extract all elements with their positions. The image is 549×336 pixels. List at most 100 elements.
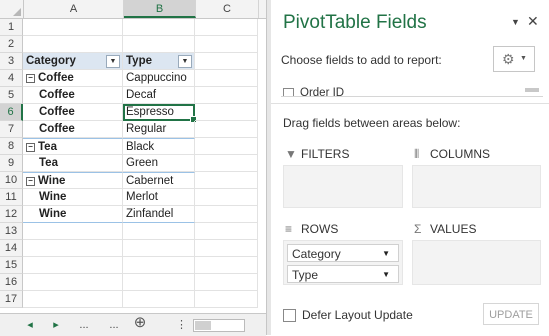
chevron-down-icon[interactable]: ▼ bbox=[382, 245, 390, 263]
pivot-header-type[interactable]: Type ▼ bbox=[123, 53, 195, 70]
pivot-group-cell[interactable]: Tea bbox=[23, 155, 123, 172]
cell-b16[interactable] bbox=[123, 274, 195, 291]
row-header[interactable]: 3 bbox=[0, 53, 23, 70]
pivot-group-cell[interactable]: Wine bbox=[23, 189, 123, 206]
cell-a14[interactable] bbox=[23, 240, 123, 257]
active-cell[interactable]: Espresso bbox=[123, 104, 197, 123]
filter-dropdown-icon[interactable]: ▼ bbox=[178, 55, 192, 68]
pivot-group-cell[interactable]: Coffee bbox=[23, 104, 123, 121]
chevron-down-icon[interactable]: ▼ bbox=[382, 266, 390, 284]
row-header[interactable]: 2 bbox=[0, 36, 23, 53]
cell-c2[interactable] bbox=[195, 36, 258, 53]
pivot-item-cell[interactable]: Green bbox=[123, 155, 195, 172]
cell-c5[interactable] bbox=[195, 87, 258, 104]
row-header[interactable]: 6 bbox=[0, 104, 23, 121]
column-header-c[interactable]: C bbox=[196, 0, 259, 18]
field-list-scrollbar[interactable] bbox=[525, 88, 539, 92]
cell-c6[interactable] bbox=[195, 104, 258, 121]
cell-a1[interactable] bbox=[23, 19, 123, 36]
cell-b1[interactable] bbox=[123, 19, 195, 36]
collapse-icon[interactable]: − bbox=[26, 177, 35, 186]
columns-drop-area[interactable] bbox=[412, 165, 541, 208]
panel-options-dropdown-icon[interactable]: ▼ bbox=[511, 17, 520, 27]
row-header[interactable]: 13 bbox=[0, 223, 23, 240]
filter-dropdown-icon[interactable]: ▼ bbox=[106, 55, 120, 68]
row-header[interactable]: 11 bbox=[0, 189, 23, 206]
row-header[interactable]: 17 bbox=[0, 291, 23, 308]
cell-c10[interactable] bbox=[195, 172, 258, 189]
column-header-b[interactable]: B bbox=[124, 0, 196, 18]
filters-drop-area[interactable] bbox=[283, 165, 403, 208]
cell-c3[interactable] bbox=[195, 53, 258, 70]
row-header[interactable]: 9 bbox=[0, 155, 23, 172]
pivot-group-cell[interactable]: Coffee bbox=[23, 121, 123, 138]
cell-a15[interactable] bbox=[23, 257, 123, 274]
row-header[interactable]: 8 bbox=[0, 138, 23, 155]
defer-layout-checkbox[interactable] bbox=[283, 309, 296, 322]
rows-drop-area[interactable]: Category ▼ Type ▼ bbox=[283, 240, 403, 285]
cell-c1[interactable] bbox=[195, 19, 258, 36]
cell-a13[interactable] bbox=[23, 223, 123, 240]
spreadsheet-grid[interactable]: A B C 1 2 3 Category ▼ Type ▼ 4 − Coffee… bbox=[0, 0, 266, 336]
next-sheet-icon[interactable]: ▸ bbox=[50, 317, 62, 333]
cell-a17[interactable] bbox=[23, 291, 123, 308]
pivot-item-cell[interactable]: Zinfandel bbox=[123, 206, 195, 223]
field-list[interactable]: Order ID bbox=[281, 82, 543, 97]
tab-options-icon[interactable]: ⋮ bbox=[176, 317, 187, 333]
pivot-item-cell[interactable]: Cabernet bbox=[123, 172, 195, 189]
pivot-group-cell[interactable]: Wine bbox=[23, 206, 123, 223]
more-sheets-right-button[interactable]: ... bbox=[106, 317, 122, 333]
cell-c4[interactable] bbox=[195, 70, 258, 87]
row-header[interactable]: 15 bbox=[0, 257, 23, 274]
field-checkbox[interactable] bbox=[283, 88, 294, 96]
values-drop-area[interactable] bbox=[412, 240, 541, 285]
pivot-item-cell[interactable]: Decaf bbox=[123, 87, 195, 104]
prev-sheet-icon[interactable]: ◂ bbox=[24, 317, 36, 333]
pivot-group-cell[interactable]: − Wine bbox=[23, 172, 123, 189]
row-header[interactable]: 1 bbox=[0, 19, 23, 36]
cell-b17[interactable] bbox=[123, 291, 195, 308]
pivot-item-cell[interactable]: Merlot bbox=[123, 189, 195, 206]
cell-c14[interactable] bbox=[195, 240, 258, 257]
cell-a16[interactable] bbox=[23, 274, 123, 291]
scrollbar-thumb[interactable] bbox=[195, 321, 211, 330]
cell-c9[interactable] bbox=[195, 155, 258, 172]
close-icon[interactable]: ✕ bbox=[527, 13, 539, 30]
panel-section-splitter[interactable] bbox=[271, 103, 549, 108]
row-header[interactable]: 12 bbox=[0, 206, 23, 223]
pivot-item-cell[interactable]: Regular bbox=[123, 121, 195, 138]
row-field-type[interactable]: Type ▼ bbox=[287, 265, 399, 283]
row-header[interactable]: 14 bbox=[0, 240, 23, 257]
pivot-group-cell[interactable]: Coffee bbox=[23, 87, 123, 104]
cell-b14[interactable] bbox=[123, 240, 195, 257]
row-header[interactable]: 4 bbox=[0, 70, 23, 87]
row-header[interactable]: 10 bbox=[0, 172, 23, 189]
row-header[interactable]: 7 bbox=[0, 121, 23, 138]
cell-c8[interactable] bbox=[195, 138, 258, 155]
field-list-settings-button[interactable]: ⚙ ▼ bbox=[493, 46, 535, 72]
collapse-icon[interactable]: − bbox=[26, 74, 35, 83]
cell-c12[interactable] bbox=[195, 206, 258, 223]
horizontal-scrollbar[interactable] bbox=[193, 319, 245, 332]
cell-c15[interactable] bbox=[195, 257, 258, 274]
select-all-corner[interactable] bbox=[0, 0, 24, 18]
row-field-category[interactable]: Category ▼ bbox=[287, 244, 399, 262]
cell-c13[interactable] bbox=[195, 223, 258, 240]
cell-c7[interactable] bbox=[195, 121, 258, 138]
pivot-group-cell[interactable]: − Coffee bbox=[23, 70, 123, 87]
row-header[interactable]: 5 bbox=[0, 87, 23, 104]
more-sheets-left-button[interactable]: ... bbox=[76, 317, 92, 333]
pivot-header-category[interactable]: Category ▼ bbox=[23, 53, 123, 70]
cell-c16[interactable] bbox=[195, 274, 258, 291]
column-header-a[interactable]: A bbox=[24, 0, 124, 18]
cell-c11[interactable] bbox=[195, 189, 258, 206]
cell-a2[interactable] bbox=[23, 36, 123, 53]
update-button[interactable]: UPDATE bbox=[483, 303, 539, 325]
row-header[interactable]: 16 bbox=[0, 274, 23, 291]
pivot-group-cell[interactable]: − Tea bbox=[23, 138, 123, 155]
collapse-icon[interactable]: − bbox=[26, 143, 35, 152]
cell-b2[interactable] bbox=[123, 36, 195, 53]
pivot-item-cell[interactable]: Black bbox=[123, 138, 195, 155]
cell-c17[interactable] bbox=[195, 291, 258, 308]
pivot-item-cell[interactable]: Cappuccino bbox=[123, 70, 195, 87]
